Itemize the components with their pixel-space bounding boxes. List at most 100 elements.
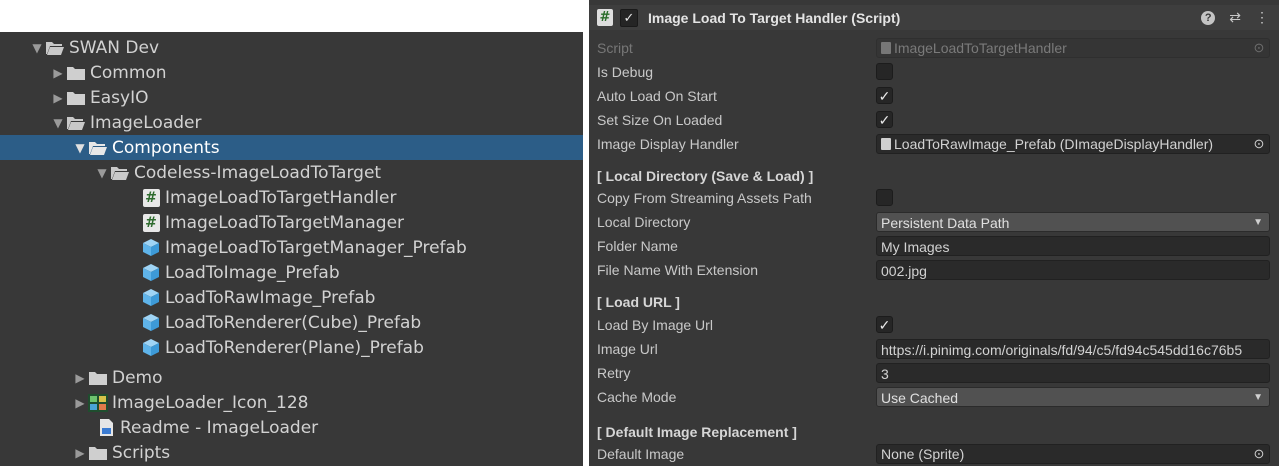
script-icon: # [140,188,162,208]
readme-icon [95,418,117,438]
display-handler-label: Image Display Handler [597,136,739,152]
tree-item-label: Codeless-ImageLoadToTarget [134,162,382,183]
script-file-icon [881,42,891,54]
tree-item-label: SWAN Dev [69,37,160,58]
auto-load-label: Auto Load On Start [597,88,717,104]
tree-item-manager-script[interactable]: # ImageLoadToTargetManager [0,210,583,235]
tree-item-label: LoadToRenderer(Plane)_Prefab [165,337,424,358]
set-size-checkbox[interactable]: ✓ [876,111,893,128]
folder-icon [65,88,87,108]
folder-open-icon [65,113,87,133]
display-handler-field[interactable]: LoadToRawImage_Prefab (DImageDisplayHand… [876,134,1270,154]
image-url-input[interactable]: https://i.pinimg.com/originals/fd/94/c5/… [876,339,1270,359]
prefab-icon [140,313,162,333]
tree-item-label: Demo [112,367,163,388]
tree-item-easyio[interactable]: ▶ EasyIO [0,85,583,110]
presets-icon[interactable]: ⇄ [1229,9,1241,26]
image-url-label: Image Url [597,341,658,357]
is-debug-checkbox[interactable] [876,63,893,80]
cache-mode-label: Cache Mode [597,389,677,405]
object-picker-icon[interactable]: ⊙ [1249,135,1269,153]
expand-arrow[interactable]: ▼ [95,166,109,180]
copy-streaming-checkbox[interactable] [876,189,893,206]
object-picker-icon[interactable]: ⊙ [1249,445,1269,463]
tree-item-handler-script[interactable]: # ImageLoadToTargetHandler [0,185,583,210]
script-value: ImageLoadToTargetHandler [894,40,1067,56]
tree-item-label: LoadToRawImage_Prefab [165,287,376,308]
tree-item-label: Common [90,62,167,83]
is-debug-label: Is Debug [597,64,654,80]
object-picker-icon: ⊙ [1253,40,1265,55]
default-image-field[interactable]: None (Sprite) ⊙ [876,444,1270,464]
tree-item-loadtorawimage-prefab[interactable]: LoadToRawImage_Prefab [0,285,583,310]
tree-item-codeless[interactable]: ▼ Codeless-ImageLoadToTarget [0,160,583,185]
image-icon [87,393,109,413]
local-directory-dropdown[interactable]: Persistent Data Path ▼ [876,212,1270,232]
component-title: Image Load To Target Handler (Script) [648,9,901,26]
default-image-value: None (Sprite) [881,446,965,462]
tree-item-common[interactable]: ▶ Common [0,60,583,85]
script-label: Script [597,40,633,56]
expand-arrow[interactable]: ▶ [73,371,87,385]
load-by-url-label: Load By Image Url [597,317,713,333]
prefab-icon [140,288,162,308]
tree-item-label: Readme - ImageLoader [120,417,319,438]
expand-arrow[interactable]: ▶ [51,91,65,105]
tree-item-label: LoadToImage_Prefab [165,262,340,283]
inspector-panel: # ✓ Image Load To Target Handler (Script… [589,0,1279,466]
folder-icon [87,443,109,463]
chevron-down-icon: ▼ [1253,217,1263,228]
tree-item-cube-prefab[interactable]: LoadToRenderer(Cube)_Prefab [0,310,583,335]
prefab-icon [140,263,162,283]
tree-item-loadtoimage-prefab[interactable]: LoadToImage_Prefab [0,260,583,285]
tree-item-swan-dev[interactable]: ▼ SWAN Dev [0,35,583,60]
tree-item-components[interactable]: ▼ Components [0,135,583,160]
expand-arrow[interactable]: ▼ [30,41,44,55]
expand-arrow[interactable]: ▶ [73,396,87,410]
tree-item-label: LoadToRenderer(Cube)_Prefab [165,312,422,333]
folder-icon [87,368,109,388]
prefab-icon [140,338,162,358]
tree-item-icon-image[interactable]: ▶ ImageLoader_Icon_128 [0,390,583,415]
chevron-down-icon: ▼ [1253,392,1263,403]
expand-arrow[interactable]: ▼ [73,141,87,155]
kebab-menu-icon[interactable]: ⋮ [1255,9,1269,26]
auto-load-checkbox[interactable]: ✓ [876,87,893,104]
set-size-label: Set Size On Loaded [597,112,723,128]
tree-item-readme[interactable]: Readme - ImageLoader [0,415,583,440]
display-handler-value: LoadToRawImage_Prefab (DImageDisplayHand… [894,136,1214,152]
retry-label: Retry [597,365,631,381]
load-by-url-checkbox[interactable]: ✓ [876,316,893,333]
script-icon: # [140,213,162,233]
file-name-label: File Name With Extension [597,262,759,278]
local-directory-value: Persistent Data Path [881,215,1010,231]
project-panel: ▼ SWAN Dev ▶ Common ▶ EasyIO ▼ ImageLoad… [0,32,583,466]
component-header[interactable]: # ✓ Image Load To Target Handler (Script… [589,5,1279,30]
file-name-input[interactable]: 002.jpg [876,260,1270,280]
component-enabled-toggle[interactable]: ✓ [620,8,638,27]
tree-item-label: Components [112,137,220,158]
cache-mode-dropdown[interactable]: Use Cached ▼ [876,387,1270,407]
local-directory-header: [ Local Directory (Save & Load) ] [597,168,814,184]
tree-item-scripts[interactable]: ▶ Scripts [0,440,583,465]
default-image-label: Default Image [597,446,685,462]
folder-name-input[interactable]: My Images [876,236,1270,256]
tree-item-manager-prefab[interactable]: ImageLoadToTargetManager_Prefab [0,235,583,260]
retry-input[interactable]: 3 [876,363,1270,383]
folder-open-icon [44,38,66,58]
folder-name-label: Folder Name [597,238,678,254]
tree-item-imageloader[interactable]: ▼ ImageLoader [0,110,583,135]
help-icon[interactable]: ? [1201,10,1216,25]
tree-item-label: ImageLoader_Icon_128 [112,392,309,413]
tree-item-label: ImageLoadToTargetManager [165,212,405,233]
copy-streaming-label: Copy From Streaming Assets Path [597,190,812,206]
tree-item-label: ImageLoader [90,112,202,133]
tree-item-demo[interactable]: ▶ Demo [0,365,583,390]
expand-arrow[interactable]: ▼ [51,116,65,130]
tree-item-plane-prefab[interactable]: LoadToRenderer(Plane)_Prefab [0,335,583,360]
expand-arrow[interactable]: ▶ [51,66,65,80]
script-field: ImageLoadToTargetHandler ⊙ [876,38,1270,58]
prefab-icon [140,238,162,258]
folder-open-icon [87,138,109,158]
expand-arrow[interactable]: ▶ [73,446,87,460]
